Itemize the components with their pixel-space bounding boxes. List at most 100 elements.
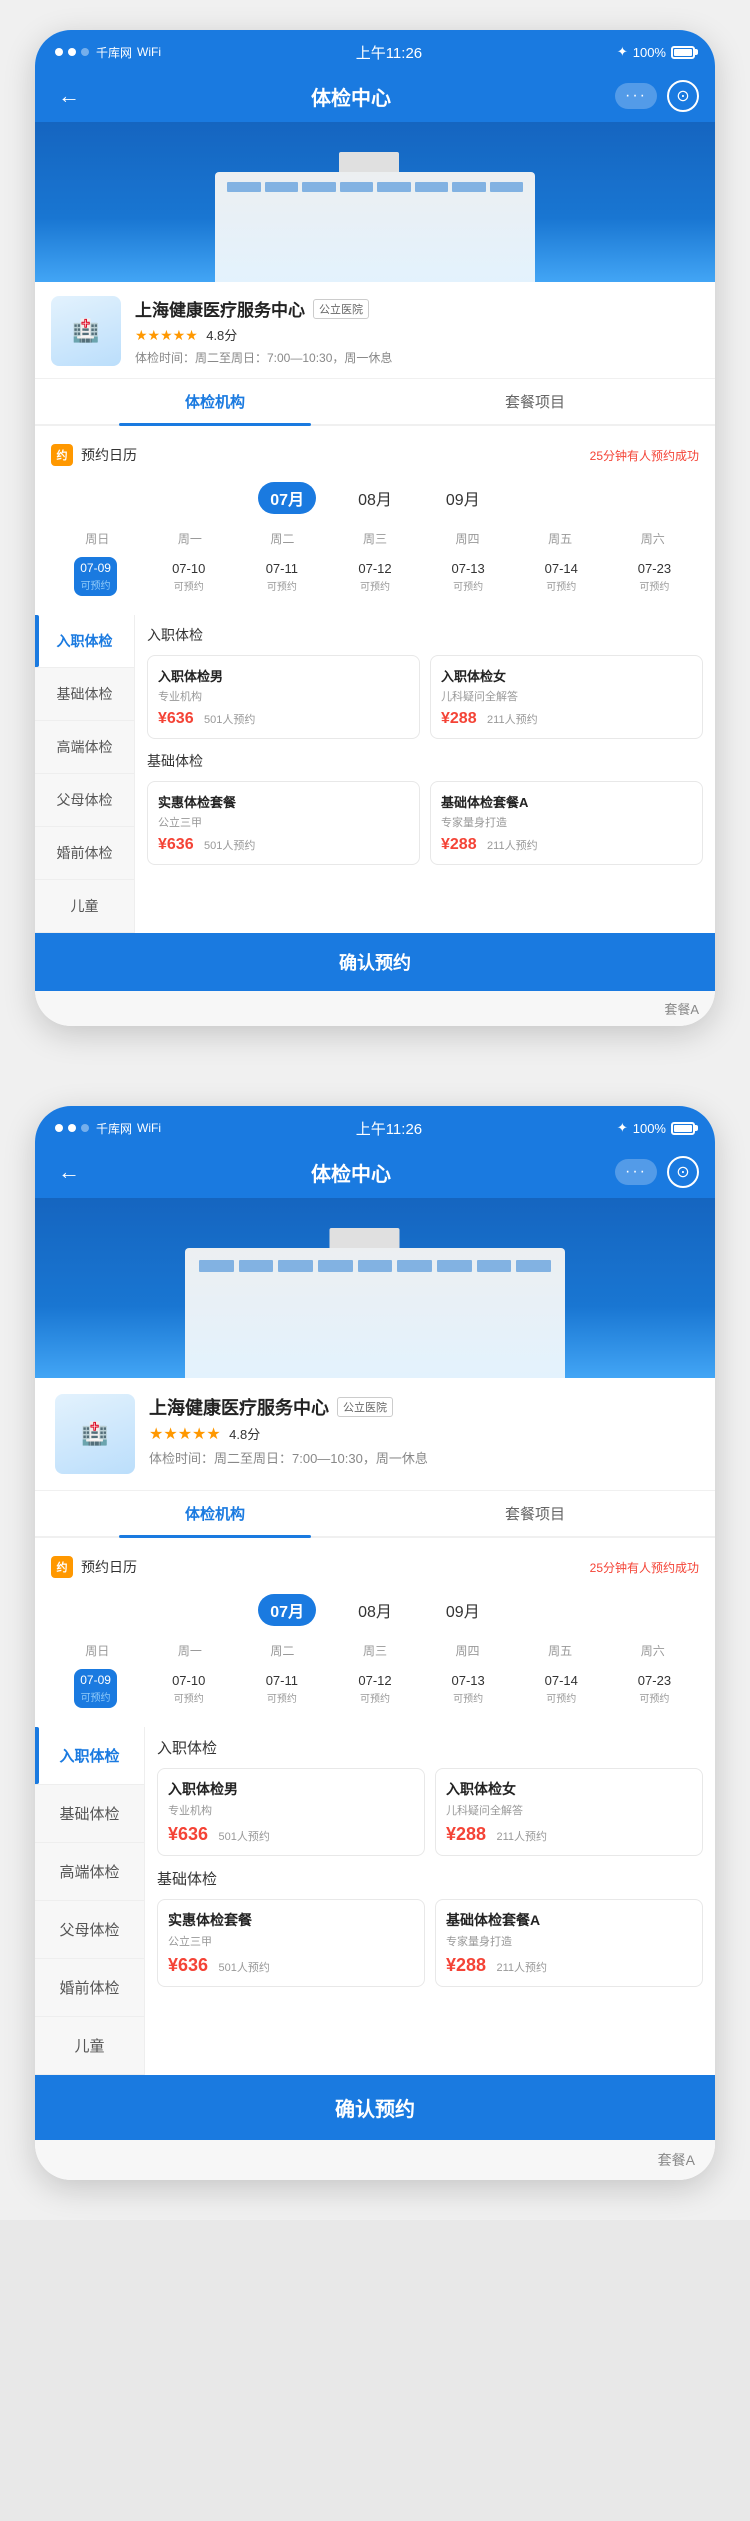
day-0710-1[interactable]: 07-10 可预约: [144, 553, 233, 601]
partial-row-2: 套餐A: [35, 2140, 715, 2180]
hospital-name-row-1: 上海健康医疗服务中心 公立医院: [135, 296, 699, 321]
pkg-price-value-2: ¥636: [168, 1955, 208, 1975]
week-days-1: 07-09 可预约 07-10 可预约 07-11 可预约: [51, 553, 699, 601]
pkg-subtitle-1-1: 入职体检: [147, 625, 703, 645]
info-card-2: 🏥 上海健康医疗服务中心 公立医院 ★★★★★ 4.8分 体检时间：周二至周日：…: [35, 1378, 715, 1491]
day-0709-1[interactable]: 07-09 可预约: [51, 553, 140, 601]
month-tabs-2: 07月 08月 09月: [35, 1586, 715, 1634]
camera-button-1[interactable]: ⊙: [667, 80, 699, 112]
day-0723-1[interactable]: 07-23 可预约: [610, 553, 699, 601]
pkg-card-value-2[interactable]: 实惠体检套餐 公立三甲 ¥636 501人预约: [157, 1899, 425, 1987]
month-tab-08-1[interactable]: 08月: [346, 482, 404, 514]
hospital-name-1: 上海健康医疗服务中心: [135, 296, 305, 321]
tab-institution-1[interactable]: 体检机构: [55, 379, 375, 424]
month-tab-08-2[interactable]: 08月: [346, 1594, 404, 1626]
pkg-desc-male-1: 专业机构: [158, 688, 409, 704]
cat-children-1[interactable]: 儿童: [35, 880, 134, 933]
confirm-button-2[interactable]: 确认预约: [35, 2075, 715, 2140]
confirm-button-1[interactable]: 确认预约: [35, 933, 715, 991]
month-tab-09-1[interactable]: 09月: [434, 482, 492, 514]
tab-packages-1[interactable]: 套餐项目: [375, 379, 695, 424]
pkg-name-value-2: 实惠体检套餐: [168, 1910, 414, 1930]
cat-employment-2[interactable]: 入职体检: [35, 1727, 144, 1785]
pkg-count-value-1: 501人预约: [204, 840, 255, 852]
appt-label-1: 预约日历: [81, 445, 137, 465]
cat-basic-1[interactable]: 基础体检: [35, 668, 134, 721]
rating-2: 4.8分: [229, 1427, 260, 1442]
day-0711-1[interactable]: 07-11 可预约: [237, 553, 326, 601]
day-0712-1[interactable]: 07-12 可预约: [330, 553, 419, 601]
pkg-card-basic-2[interactable]: 基础体检套餐A 专家量身打造 ¥288 211人预约: [435, 1899, 703, 1987]
wh-wed-1: 周三: [329, 530, 422, 547]
signal-dot-3: [81, 48, 89, 56]
hospital-tag-1: 公立医院: [313, 299, 369, 319]
pkg-count-female-1: 211人预约: [487, 714, 538, 726]
pkg-grid-2-1: 实惠体检套餐 公立三甲 ¥636 501人预约 基础体检套餐A 专家量身打造 ¥…: [147, 781, 703, 865]
status-right-2: ✦ 100%: [617, 1120, 695, 1136]
partial-row-1: 套餐A: [35, 991, 715, 1026]
section-tabs-2: 体检机构 套餐项目: [35, 1491, 715, 1538]
hospital-info-2: 上海健康医疗服务中心 公立医院 ★★★★★ 4.8分 体检时间：周二至周日：7:…: [149, 1394, 695, 1467]
nav-bar-1: ← 体检中心 ··· ⊙: [35, 70, 715, 122]
pkg-card-female-1[interactable]: 入职体检女 儿科疑问全解答 ¥288 211人预约: [430, 655, 703, 739]
pkg-card-value-1[interactable]: 实惠体检套餐 公立三甲 ¥636 501人预约: [147, 781, 420, 865]
pkg-count-male-1: 501人预约: [204, 714, 255, 726]
pkg-count-value-2: 501人预约: [219, 1962, 270, 1974]
partial-label-1: 套餐A: [664, 999, 699, 1018]
pkg-card-female-2[interactable]: 入职体检女 儿科疑问全解答 ¥288 211人预约: [435, 1768, 703, 1856]
cat-employment-1[interactable]: 入职体检: [35, 615, 134, 668]
signal-dot-1: [55, 48, 63, 56]
cat-basic-2[interactable]: 基础体检: [35, 1785, 144, 1843]
month-tab-07-1[interactable]: 07月: [258, 482, 316, 514]
pkg-price-female-1: ¥288: [441, 710, 477, 727]
day-0714-2[interactable]: 07-14 可预约: [517, 1665, 606, 1713]
tab-packages-2[interactable]: 套餐项目: [375, 1491, 695, 1536]
day-0711-2[interactable]: 07-11 可预约: [237, 1665, 326, 1713]
cat-parent-1[interactable]: 父母体检: [35, 774, 134, 827]
month-tabs-1: 07月 08月 09月: [35, 474, 715, 522]
hours-1: 体检时间：周二至周日：7:00—10:30，周一休息: [135, 349, 699, 366]
cat-parent-2[interactable]: 父母体检: [35, 1901, 144, 1959]
category-list-1: 入职体检 基础体检 高端体检 父母体检 婚前体检 儿童: [35, 615, 135, 933]
month-tab-09-2[interactable]: 09月: [434, 1594, 492, 1626]
pkg-desc-value-2: 公立三甲: [168, 1933, 414, 1949]
menu-dots-2[interactable]: ···: [615, 1159, 657, 1185]
pkg-card-male-1[interactable]: 入职体检男 专业机构 ¥636 501人预约: [147, 655, 420, 739]
day-0713-1[interactable]: 07-13 可预约: [424, 553, 513, 601]
info-card-1: 🏥 上海健康医疗服务中心 公立医院 ★★★★★ 4.8分 体检时间：周二至周日：…: [35, 282, 715, 379]
hospital-thumb-2: 🏥: [55, 1394, 135, 1474]
menu-dots-1[interactable]: ···: [615, 83, 657, 109]
pkg-name-male-1: 入职体检男: [158, 666, 409, 685]
month-tab-07-2[interactable]: 07月: [258, 1594, 316, 1626]
cat-premium-1[interactable]: 高端体检: [35, 721, 134, 774]
back-button-1[interactable]: ←: [51, 78, 87, 114]
day-0710-2[interactable]: 07-10 可预约: [144, 1665, 233, 1713]
hospital-name-row-2: 上海健康医疗服务中心 公立医院: [149, 1394, 695, 1420]
wh-tue-1: 周二: [236, 530, 329, 547]
camera-button-2[interactable]: ⊙: [667, 1156, 699, 1188]
section-tabs-1: 体检机构 套餐项目: [35, 379, 715, 426]
signal-dot-2: [68, 48, 76, 56]
pkg-card-basic-1[interactable]: 基础体检套餐A 专家量身打造 ¥288 211人预约: [430, 781, 703, 865]
cat-premium-2[interactable]: 高端体检: [35, 1843, 144, 1901]
partial-label-2: 套餐A: [658, 2150, 695, 2170]
day-0709-2[interactable]: 07-09 可预约: [51, 1665, 140, 1713]
day-0713-2[interactable]: 07-13 可预约: [424, 1665, 513, 1713]
day-0723-2[interactable]: 07-23 可预约: [610, 1665, 699, 1713]
pkg-count-basic-2: 211人预约: [497, 1962, 548, 1974]
cat-children-2[interactable]: 儿童: [35, 2017, 144, 2075]
day-0714-1[interactable]: 07-14 可预约: [517, 553, 606, 601]
pkg-card-male-2[interactable]: 入职体检男 专业机构 ¥636 501人预约: [157, 1768, 425, 1856]
tab-institution-2[interactable]: 体检机构: [55, 1491, 375, 1536]
back-button-2[interactable]: ←: [51, 1154, 87, 1190]
cat-wedding-1[interactable]: 婚前体检: [35, 827, 134, 880]
appt-notice-1: 25分钟有人预约成功: [590, 447, 699, 464]
bluetooth-icon-1: ✦: [617, 44, 628, 60]
nav-title-1: 体检中心: [311, 82, 391, 111]
pkg-count-basic-1: 211人预约: [487, 840, 538, 852]
cat-wedding-2[interactable]: 婚前体检: [35, 1959, 144, 2017]
signal-dot-22: [68, 1124, 76, 1132]
wh-thu-1: 周四: [421, 530, 514, 547]
day-0712-2[interactable]: 07-12 可预约: [330, 1665, 419, 1713]
appt-notice-2: 25分钟有人预约成功: [590, 1559, 699, 1576]
